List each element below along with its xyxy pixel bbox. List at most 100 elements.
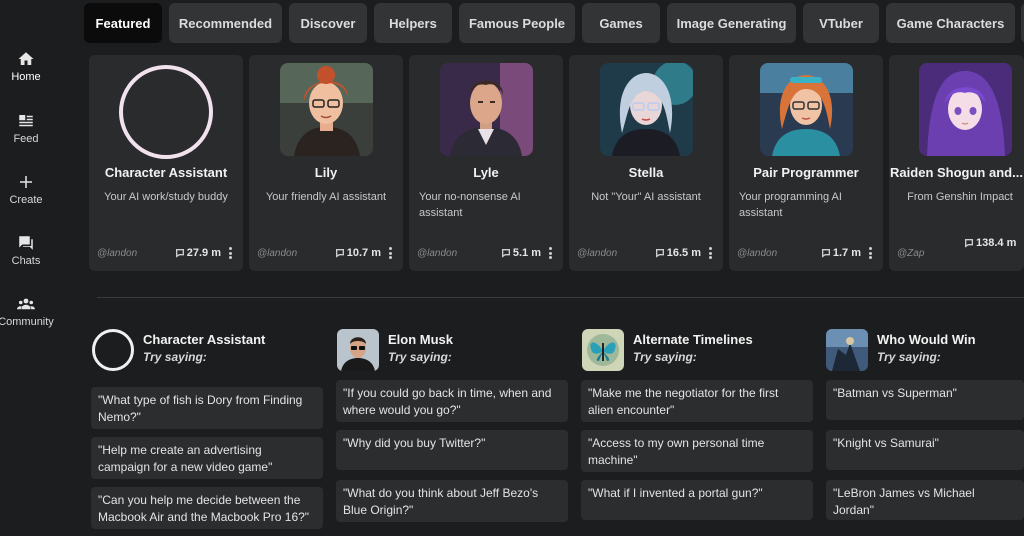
card-interactions: 138.4 m	[964, 235, 1024, 251]
card-author[interactable]: @landon	[737, 248, 777, 259]
character-card[interactable]: Lyle Your no-nonsense AI assistant @land…	[409, 55, 563, 271]
suggestion-prompt[interactable]: "What type of fish is Dory from Finding …	[91, 387, 323, 429]
tab-famous-people[interactable]: Famous People	[459, 3, 575, 43]
card-name: Lyle	[473, 165, 499, 180]
card-description: From Genshin Impact	[907, 191, 1013, 203]
suggestion-header[interactable]: Character Assistant Try saying:	[92, 328, 322, 372]
sidebar-item-home[interactable]: Home	[0, 50, 52, 83]
tab-discover[interactable]: Discover	[289, 3, 367, 43]
tab-recommended[interactable]: Recommended	[169, 3, 282, 43]
character-card[interactable]: Character Assistant Your AI work/study b…	[89, 55, 243, 271]
suggestion-header[interactable]: Elon Musk Try saying:	[337, 328, 567, 372]
chat-bubble-icon	[965, 239, 973, 248]
suggestion-character-name: Alternate Timelines	[633, 332, 753, 347]
character-assistant-logo	[92, 329, 134, 371]
category-tabs: Featured Recommended Discover Helpers Fa…	[84, 3, 1024, 43]
tab-image-generating[interactable]: Image Generating	[667, 3, 796, 43]
card-description: Your no-nonsense AI assistant	[419, 191, 521, 219]
suggestion-prompt[interactable]: "Can you help me decide between the Macb…	[91, 487, 323, 529]
card-description: Your friendly AI assistant	[265, 191, 387, 203]
card-author[interactable]: @Zap	[897, 248, 924, 259]
card-author[interactable]: @landon	[97, 248, 137, 259]
avatar	[440, 63, 533, 156]
chat-bubble-icon	[335, 249, 344, 258]
sidebar-item-label: Create	[9, 194, 43, 206]
tab-vtuber[interactable]: VTuber	[803, 3, 879, 43]
sidebar-item-feed[interactable]: Feed	[0, 112, 52, 145]
sidebar-item-label: Chats	[11, 255, 41, 267]
suggestion-character-name: Elon Musk	[388, 332, 454, 347]
chat-bubble-icon	[501, 249, 510, 258]
suggestion-prompt[interactable]: "Make me the negotiator for the first al…	[581, 380, 813, 422]
plus-icon	[20, 176, 32, 188]
suggestion-header[interactable]: Alternate Timelines Try saying:	[582, 328, 812, 372]
sidebar-item-create[interactable]: Create	[0, 173, 52, 206]
home-icon	[18, 52, 34, 65]
sidebar-item-label: Feed	[13, 133, 39, 145]
tab-games[interactable]: Games	[582, 3, 660, 43]
more-options-icon[interactable]	[387, 247, 393, 261]
community-icon	[17, 298, 35, 310]
chat-bubble-icon	[655, 249, 664, 258]
sidebar: Home Feed Create Chats Community	[0, 0, 54, 536]
suggestion-prompt[interactable]: "Batman vs Superman"	[826, 380, 1024, 420]
section-divider	[97, 297, 1024, 298]
try-saying-label: Try saying:	[877, 350, 941, 364]
card-author[interactable]: @landon	[257, 248, 297, 259]
avatar	[280, 63, 373, 156]
more-options-icon[interactable]	[227, 247, 233, 261]
character-card[interactable]: Raiden Shogun and... From Genshin Impact…	[889, 55, 1024, 271]
suggestion-header[interactable]: Who Would Win Try saying:	[826, 328, 1024, 372]
suggestion-prompt[interactable]: "Help me create an advertising campaign …	[91, 437, 323, 479]
card-name: Raiden Shogun and...	[890, 165, 1023, 180]
sidebar-item-label: Community	[0, 316, 54, 328]
character-card[interactable]: Stella Not "Your" AI assistant @landon 1…	[569, 55, 723, 271]
card-name: Pair Programmer	[753, 165, 859, 180]
chat-icon	[19, 236, 33, 250]
suggestion-prompt[interactable]: "Knight vs Samurai"	[826, 430, 1024, 470]
suggestion-prompt[interactable]: "Why did you buy Twitter?"	[336, 430, 568, 470]
card-interactions: 1.7 m	[821, 247, 861, 259]
card-description: Your programming AI assistant	[739, 191, 842, 219]
suggestion-character-name: Character Assistant	[143, 332, 266, 347]
card-name: Stella	[628, 165, 664, 180]
more-options-icon[interactable]	[867, 247, 873, 261]
sidebar-item-label: Home	[11, 71, 41, 83]
suggestion-character-name: Who Would Win	[877, 332, 976, 347]
card-interactions: 5.1 m	[501, 247, 541, 259]
tab-featured[interactable]: Featured	[84, 3, 162, 43]
avatar	[826, 329, 868, 371]
card-author[interactable]: @landon	[417, 248, 457, 259]
card-name: Lily	[314, 165, 338, 180]
suggestion-prompt[interactable]: "If you could go back in time, when and …	[336, 380, 568, 422]
card-interactions: 16.5 m	[655, 247, 701, 259]
avatar	[582, 329, 624, 371]
card-name: Character Assistant	[104, 165, 228, 180]
avatar	[919, 63, 1012, 156]
card-description: Not "Your" AI assistant	[591, 191, 701, 203]
sidebar-item-community[interactable]: Community	[0, 295, 54, 328]
tab-game-characters[interactable]: Game Characters	[886, 3, 1015, 43]
card-author[interactable]: @landon	[577, 248, 617, 259]
suggestion-prompt[interactable]: "Access to my own personal time machine"	[581, 430, 813, 472]
sidebar-item-chats[interactable]: Chats	[0, 234, 52, 267]
try-saying-label: Try saying:	[633, 350, 697, 364]
card-interactions: 10.7 m	[335, 247, 381, 259]
character-card[interactable]: Lily Your friendly AI assistant @landon …	[249, 55, 403, 271]
card-interactions: 27.9 m	[175, 247, 221, 259]
suggestion-prompt[interactable]: "What do you think about Jeff Bezo's Blu…	[336, 480, 568, 522]
suggestion-prompt[interactable]: "LeBron James vs Michael Jordan"	[826, 480, 1024, 520]
more-options-icon[interactable]	[547, 247, 553, 261]
card-description: Your AI work/study buddy	[104, 191, 228, 203]
tab-helpers[interactable]: Helpers	[374, 3, 452, 43]
chat-bubble-icon	[821, 249, 830, 258]
avatar	[600, 63, 693, 156]
avatar	[760, 63, 853, 156]
suggestion-prompt[interactable]: "What if I invented a portal gun?"	[581, 480, 813, 520]
chat-bubble-icon	[175, 249, 184, 258]
character-assistant-logo	[119, 65, 213, 159]
try-saying-label: Try saying:	[388, 350, 452, 364]
avatar	[337, 329, 379, 371]
more-options-icon[interactable]	[707, 247, 713, 261]
character-card[interactable]: Pair Programmer Your programming AI assi…	[729, 55, 883, 271]
